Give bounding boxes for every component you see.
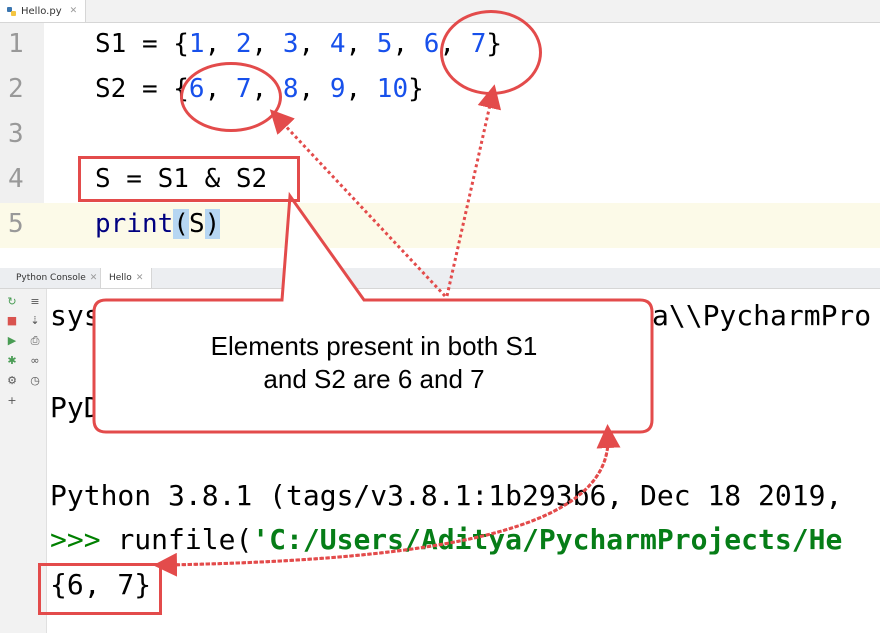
highlight-box-output — [38, 563, 162, 615]
callout-line: and S2 are 6 and 7 — [263, 364, 485, 394]
callout-line: Elements present in both S1 — [210, 331, 538, 361]
highlight-box-intersection — [78, 156, 300, 202]
callout-text: Elements present in both S1 and S2 are 6… — [96, 330, 652, 396]
highlight-circle-s1 — [440, 10, 542, 95]
callout-bubble — [92, 191, 654, 434]
arrow-to-s1-circle — [445, 84, 502, 297]
arrow-to-output — [153, 435, 610, 577]
highlight-circle-s2 — [180, 62, 282, 132]
arrow-from-output — [164, 424, 621, 567]
annotation-overlay — [92, 84, 654, 577]
